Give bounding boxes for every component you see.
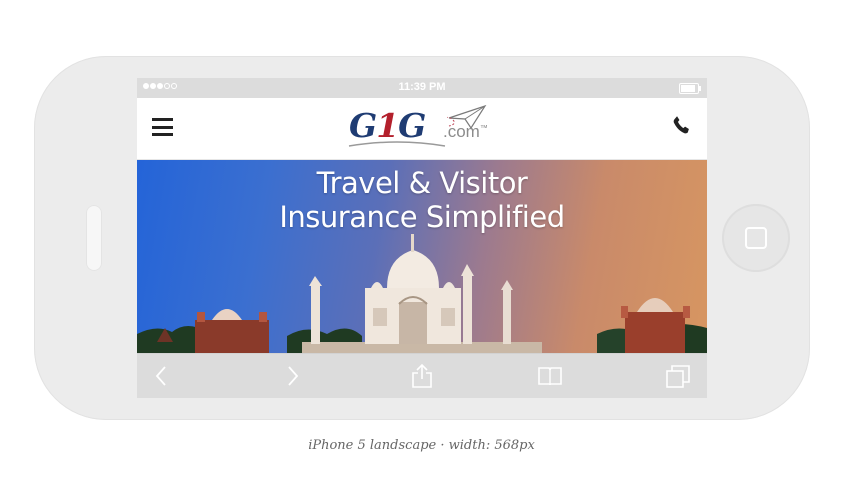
browser-toolbar (137, 353, 707, 398)
phone-screen: 11:39 PM G1G .com™ Travel & Visitor Insu… (137, 78, 707, 398)
home-button[interactable] (722, 204, 790, 272)
hamburger-menu-icon[interactable] (152, 118, 173, 136)
hero-title-line-1: Travel & Visitor (316, 166, 528, 200)
site-header: G1G .com™ (137, 98, 707, 160)
paper-plane-icon (447, 104, 487, 130)
tabs-icon[interactable] (665, 363, 691, 389)
logo-swoosh-icon (348, 141, 446, 147)
phone-icon[interactable] (671, 114, 693, 136)
battery-icon (679, 83, 701, 94)
book-icon[interactable] (537, 363, 563, 389)
battery-fill (681, 85, 695, 92)
g1g-logo[interactable]: G1G .com™ (347, 104, 497, 154)
status-time: 11:39 PM (398, 81, 446, 93)
device-caption: iPhone 5 landscape · width: 568px (308, 438, 535, 453)
chevron-left-icon[interactable] (149, 363, 175, 389)
speaker-slot (86, 205, 102, 271)
taj-mahal-image (137, 234, 707, 354)
share-icon[interactable] (409, 363, 435, 389)
home-button-square-icon (745, 227, 767, 249)
status-bar: 11:39 PM (137, 78, 707, 98)
chevron-right-icon[interactable] (279, 363, 305, 389)
hero-banner: Travel & Visitor Insurance Simplified (137, 160, 707, 354)
